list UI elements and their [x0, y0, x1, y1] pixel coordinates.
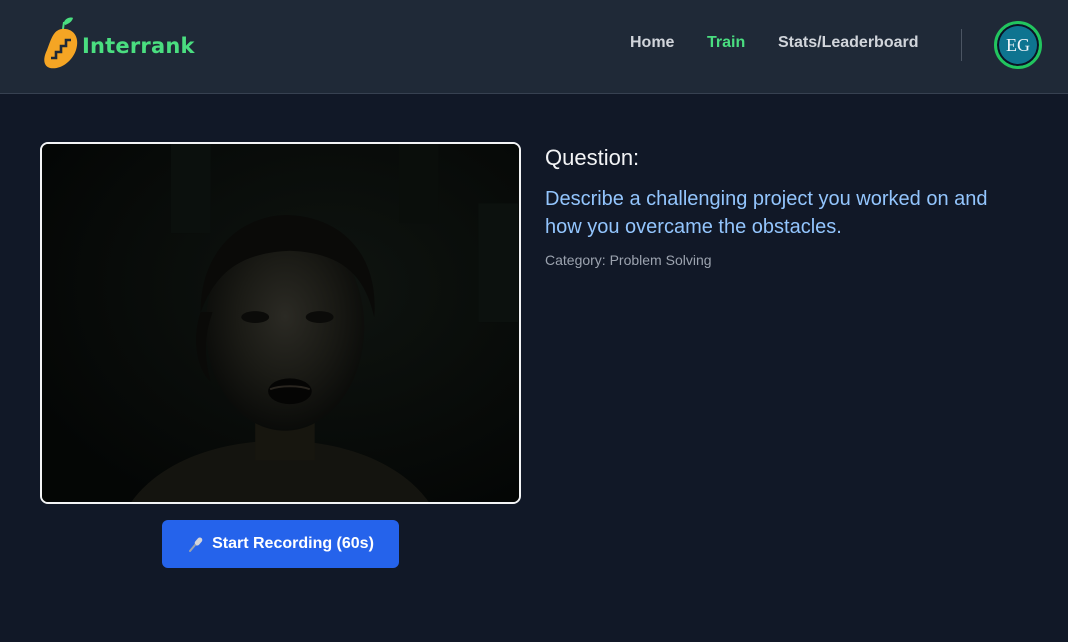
user-avatar[interactable]: EG [994, 21, 1042, 69]
nav-train-link[interactable]: Train [707, 34, 745, 52]
microphone-icon [189, 537, 203, 552]
webcam-preview [40, 142, 521, 504]
question-heading: Question: [545, 145, 640, 170]
question-text: Describe a challenging project you worke… [545, 188, 988, 238]
start-recording-label: Start Recording (60s) [212, 535, 374, 552]
app-name: Interrank [82, 34, 195, 58]
webcam-feed-image [42, 144, 519, 502]
app-logo[interactable]: Interrank [42, 16, 195, 72]
nav-home-link[interactable]: Home [630, 34, 674, 52]
top-navbar: Interrank Home Train Stats/Leaderboard E… [0, 0, 1068, 94]
mango-stairs-icon [44, 17, 78, 69]
nav-divider [961, 29, 962, 61]
start-recording-button[interactable]: Start Recording (60s) [162, 520, 399, 568]
avatar-initials: EG [1006, 34, 1030, 55]
nav-stats-leaderboard-link[interactable]: Stats/Leaderboard [778, 34, 918, 52]
question-category: Category: Problem Solving [545, 252, 712, 268]
